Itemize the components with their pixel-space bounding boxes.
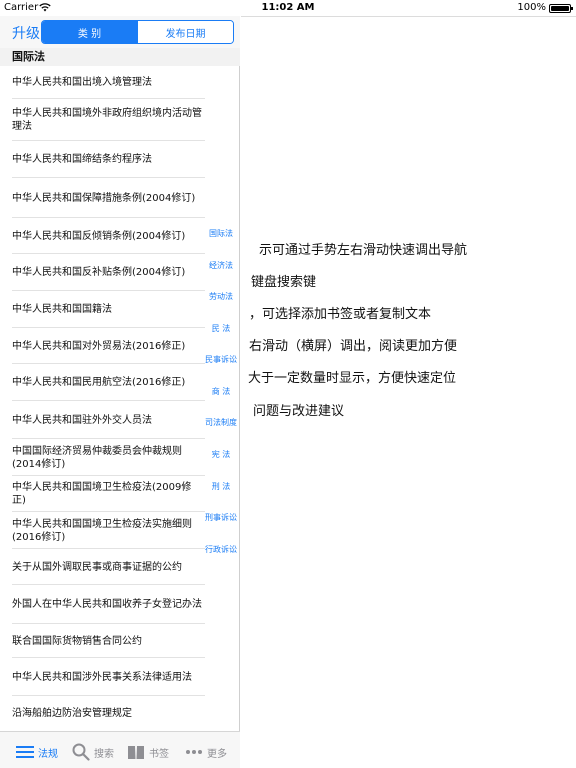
help-line: 问题与改进建议: [253, 404, 345, 419]
list-item-label: 中华人民共和国反补贴条例(2004修订): [12, 267, 186, 278]
list-item-label: 中华人民共和国国境卫生检疫法实施细则(2016修订): [12, 518, 192, 543]
help-line: 示可通过手势左右滑动快速调出导航: [259, 243, 468, 258]
book-icon: [128, 746, 144, 759]
help-line: ，可选择添加书签或者复制文本: [249, 307, 432, 322]
tab-label: 法规: [38, 748, 58, 760]
list-item[interactable]: 中华人民共和国涉外民事关系法律适用法: [12, 658, 205, 696]
help-line: 键盘搜索键: [251, 275, 317, 290]
segment-publish-date[interactable]: 发布日期: [137, 21, 233, 43]
tab-bookmarks[interactable]: 书签: [127, 742, 169, 762]
index-item[interactable]: 刑 法: [203, 481, 239, 492]
list-item[interactable]: 中华人民共和国民用航空法(2016修正): [12, 364, 205, 401]
list-item[interactable]: 中华人民共和国国境卫生检疫法实施细则(2016修订): [12, 512, 205, 549]
list-item[interactable]: 中华人民共和国境外非政府组织境内活动管理法: [12, 99, 205, 141]
list-item[interactable]: 中华人民共和国对外贸易法(2016修正): [12, 328, 205, 364]
help-line: 右滑动（横屏）调出，阅读更加方便: [249, 339, 458, 354]
list-item[interactable]: 中华人民共和国出境入境管理法: [12, 66, 205, 99]
segment-category[interactable]: 类 别: [42, 21, 137, 43]
tab-label: 搜索: [94, 748, 114, 760]
battery-percent: 100%: [517, 2, 546, 13]
list-item-label: 联合国国际货物销售合同公约: [12, 635, 142, 647]
list-item[interactable]: 中国国际经济贸易仲裁委员会仲裁规则(2014修订): [12, 439, 205, 476]
list-item-label: 中华人民共和国出境入境管理法: [12, 77, 152, 88]
list-item-label: 中华人民共和国驻外外交人员法: [12, 414, 152, 426]
list-item-label: 关于从国外调取民事或商事证据的公约: [12, 561, 182, 573]
index-item[interactable]: 民事诉讼: [203, 354, 239, 365]
search-icon: [72, 743, 90, 761]
list-item-label: 中华人民共和国民用航空法(2016修正): [12, 377, 186, 388]
list-item-label: 沿海船舶边防治安管理规定: [12, 708, 132, 719]
left-panel: 升级 类 别 发布日期 国际法 中华人民共和国出境入境管理法 中华人民共和国境外…: [0, 16, 240, 768]
list-item-label: 中华人民共和国保障措施条例(2004修订): [12, 192, 196, 204]
index-item[interactable]: 商 法: [203, 386, 239, 397]
index-item[interactable]: 国际法: [203, 228, 239, 239]
list-item[interactable]: 中华人民共和国缔结条约程序法: [12, 141, 205, 178]
tab-label: 书签: [149, 748, 169, 760]
help-line: 大于一定数量时显示，方便快速定位: [248, 371, 457, 386]
list-item[interactable]: 外国人在中华人民共和国收养子女登记办法: [12, 585, 205, 624]
list-item-label: 中华人民共和国缔结条约程序法: [12, 154, 152, 165]
tab-more[interactable]: 更多: [185, 742, 227, 762]
index-item[interactable]: 行政诉讼: [203, 544, 239, 555]
index-item[interactable]: 经济法: [203, 260, 239, 271]
battery-icon: [549, 4, 573, 13]
list-item[interactable]: 中华人民共和国反倾销条例(2004修订): [12, 218, 205, 254]
tab-bar: 法规 搜索 书签 更多: [0, 731, 240, 768]
list-item[interactable]: 中华人民共和国保障措施条例(2004修订): [12, 178, 205, 218]
list-item[interactable]: 联合国国际货物销售合同公约: [12, 624, 205, 658]
navbar: 升级 类 别 发布日期: [0, 16, 240, 48]
list-item[interactable]: 中华人民共和国驻外外交人员法: [12, 401, 205, 439]
index-item[interactable]: 司法制度: [203, 417, 239, 428]
tab-label: 更多: [207, 748, 227, 760]
sort-segmented-control: 类 别 发布日期: [41, 20, 234, 44]
more-icon: [186, 750, 202, 754]
index-item[interactable]: 刑事诉讼: [203, 512, 239, 523]
list-item-label: 中华人民共和国对外贸易法(2016修正): [12, 340, 186, 352]
index-item[interactable]: 劳动法: [203, 291, 239, 302]
section-header: 国际法: [0, 48, 240, 66]
status-time: 11:02 AM: [261, 2, 315, 13]
list-item[interactable]: 中华人民共和国国籍法: [12, 291, 205, 328]
list-item[interactable]: 中华人民共和国反补贴条例(2004修订): [12, 254, 205, 291]
index-item[interactable]: 宪 法: [203, 449, 239, 460]
list-item-label: 中华人民共和国境外非政府组织境内活动管理法: [12, 108, 202, 132]
list-item[interactable]: 关于从国外调取民事或商事证据的公约: [12, 549, 205, 585]
tab-laws[interactable]: 法规: [16, 742, 58, 762]
list-item-label: 中华人民共和国国境卫生检疫法(2009修正): [12, 482, 192, 506]
list-item-label: 中华人民共和国涉外民事关系法律适用法: [12, 671, 192, 683]
list-item-label: 中华人民共和国反倾销条例(2004修订): [12, 230, 186, 242]
upgrade-button[interactable]: 升级: [12, 23, 40, 43]
detail-content: 示可通过手势左右滑动快速调出导航 键盘搜索键 ，可选择添加书签或者复制文本 右滑…: [241, 16, 576, 768]
status-bar: Carrier 11:02 AM 100%: [0, 0, 576, 16]
list-icon: [16, 746, 34, 758]
list-item[interactable]: 中华人民共和国国境卫生检疫法(2009修正): [12, 476, 205, 512]
list-item[interactable]: 沿海船舶边防治安管理规定: [12, 696, 202, 731]
list-item-label: 中华人民共和国国籍法: [12, 304, 112, 315]
list-item-label: 中国国际经济贸易仲裁委员会仲裁规则(2014修订): [12, 445, 182, 470]
index-item[interactable]: 民 法: [203, 323, 239, 334]
list-item-label: 外国人在中华人民共和国收养子女登记办法: [12, 599, 202, 610]
tab-search[interactable]: 搜索: [72, 742, 114, 762]
